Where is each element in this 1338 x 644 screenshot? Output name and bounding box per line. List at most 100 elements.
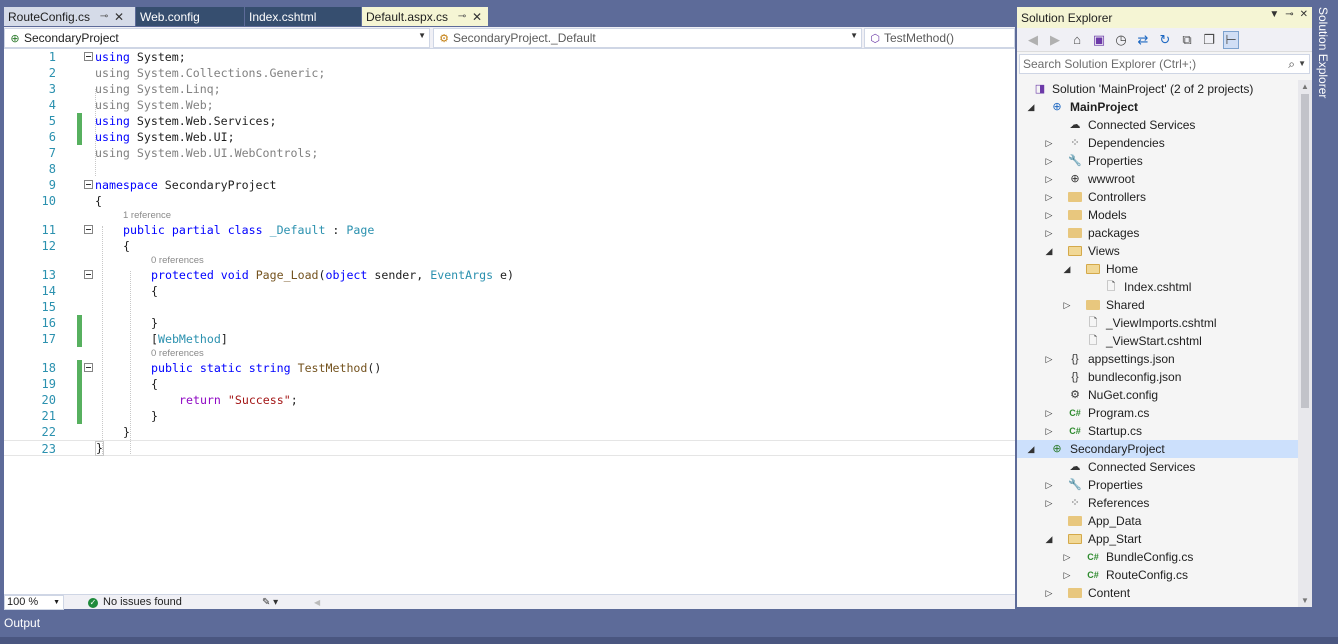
collapse-icon[interactable]: [84, 180, 93, 189]
project-dropdown[interactable]: ⊕ SecondaryProject ▼: [4, 28, 430, 48]
tree-item-label: packages: [1088, 226, 1140, 240]
expanded-icon[interactable]: ◢: [1026, 98, 1036, 116]
collapsed-icon[interactable]: ▷: [1044, 422, 1054, 440]
tree-scrollbar[interactable]: ▲ ▼: [1298, 80, 1312, 607]
collapsed-icon[interactable]: ▷: [1062, 296, 1072, 314]
tree-item-connected-services[interactable]: ☁ Connected Services: [1017, 458, 1298, 476]
pin-icon[interactable]: ⊸: [98, 11, 110, 22]
forward-icon[interactable]: ▶: [1047, 32, 1063, 48]
zoom-dropdown[interactable]: 100 % ▼: [4, 595, 64, 610]
tab-default-aspx-cs[interactable]: Default.aspx.cs ⊸ ✕: [362, 7, 488, 26]
close-icon[interactable]: ✕: [113, 10, 125, 24]
tree-item-properties[interactable]: ▷ 🔧 Properties: [1017, 152, 1298, 170]
collapse-icon[interactable]: [84, 52, 93, 61]
collapsed-icon[interactable]: ▷: [1044, 170, 1054, 188]
collapsed-icon[interactable]: ▷: [1044, 350, 1054, 368]
tree-item-views[interactable]: ◢ Views: [1017, 242, 1298, 260]
tree-item-viewimports[interactable]: 🗋 _ViewImports.cshtml: [1017, 314, 1298, 332]
class-dropdown[interactable]: ⚙ SecondaryProject._Default ▼: [433, 28, 862, 48]
collapse-all-icon[interactable]: ⧉: [1179, 32, 1195, 48]
tree-item-content[interactable]: ▷ Content: [1017, 584, 1298, 602]
tree-item-secondaryproject[interactable]: ◢ ⊕ SecondaryProject: [1017, 440, 1298, 458]
tree-item-viewstart[interactable]: 🗋 _ViewStart.cshtml: [1017, 332, 1298, 350]
collapsed-icon[interactable]: ▷: [1062, 566, 1072, 584]
tree-item-wwwroot[interactable]: ▷ ⊕ wwwroot: [1017, 170, 1298, 188]
issues-indicator[interactable]: ✓ No issues found: [88, 595, 182, 610]
properties-tree-icon[interactable]: ⊢: [1223, 30, 1239, 49]
codelens-references[interactable]: 0 references: [151, 255, 204, 266]
tree-item-routeconfig-cs[interactable]: ▷ C# RouteConfig.cs: [1017, 566, 1298, 584]
scrollbar-thumb[interactable]: [1301, 94, 1309, 408]
pin-icon[interactable]: ⊸: [456, 11, 468, 22]
tree-item-controllers[interactable]: ▷ Controllers: [1017, 188, 1298, 206]
tree-item-connected-services[interactable]: ☁ Connected Services: [1017, 116, 1298, 134]
file-icon: 🗋: [1106, 281, 1116, 293]
tab-routeconfig-cs[interactable]: RouteConfig.cs ⊸ ✕: [4, 7, 135, 26]
tree-item-shared[interactable]: ▷ Shared: [1017, 296, 1298, 314]
member-dropdown[interactable]: ⬡ TestMethod(): [864, 28, 1015, 48]
sync-icon[interactable]: ⇄: [1135, 32, 1151, 48]
tree-item-models[interactable]: ▷ Models: [1017, 206, 1298, 224]
close-icon[interactable]: ✕: [471, 10, 483, 24]
tree-item-dependencies[interactable]: ▷ ⁘ Dependencies: [1017, 134, 1298, 152]
collapsed-icon[interactable]: ▷: [1044, 584, 1054, 602]
collapse-icon[interactable]: [84, 225, 93, 234]
scroll-up-icon[interactable]: ▲: [1301, 82, 1309, 91]
collapsed-icon[interactable]: ▷: [1044, 134, 1054, 152]
collapsed-icon[interactable]: ▷: [1044, 494, 1054, 512]
chevron-down-icon[interactable]: ▼: [1298, 55, 1306, 73]
codelens-references[interactable]: 1 reference: [123, 210, 171, 221]
tab-web-config[interactable]: Web.config: [136, 7, 244, 26]
collapsed-icon[interactable]: ▷: [1044, 206, 1054, 224]
tree-item-startup-cs[interactable]: ▷ C# Startup.cs: [1017, 422, 1298, 440]
collapsed-icon[interactable]: ▷: [1062, 548, 1072, 566]
switch-views-icon[interactable]: ▣: [1091, 32, 1107, 48]
tree-item-mainproject[interactable]: ◢ ⊕ MainProject: [1017, 98, 1298, 116]
collapsed-icon[interactable]: ▷: [1044, 476, 1054, 494]
expanded-icon[interactable]: ◢: [1062, 260, 1072, 278]
tree-item-app-start[interactable]: ◢ App_Start: [1017, 530, 1298, 548]
tree-item-bundleconfig-json[interactable]: {} bundleconfig.json: [1017, 368, 1298, 386]
line-number: 5: [48, 114, 56, 128]
scroll-down-icon[interactable]: ▼: [1301, 596, 1309, 605]
tree-item-packages[interactable]: ▷ packages: [1017, 224, 1298, 242]
pending-changes-filter-icon[interactable]: ◷: [1113, 32, 1129, 48]
globe-icon: ⊕: [1070, 173, 1080, 185]
collapse-icon[interactable]: [84, 270, 93, 279]
tree-item-program-cs[interactable]: ▷ C# Program.cs: [1017, 404, 1298, 422]
expanded-icon[interactable]: ◢: [1044, 242, 1054, 260]
search-icon[interactable]: ⌕: [1288, 55, 1295, 73]
tree-item-home[interactable]: ◢ Home: [1017, 260, 1298, 278]
tab-index-cshtml[interactable]: Index.cshtml: [245, 7, 361, 26]
code-text-area[interactable]: 1 using System; 2 using System.Collectio…: [4, 49, 1015, 594]
expanded-icon[interactable]: ◢: [1026, 440, 1036, 458]
codelens-references[interactable]: 0 references: [151, 348, 204, 359]
tree-item-references[interactable]: ▷ ⁘ References: [1017, 494, 1298, 512]
chevron-down-icon: ▼: [53, 599, 60, 606]
code-cleanup-icon[interactable]: ✎ ▾: [262, 595, 278, 610]
output-tab[interactable]: Output: [0, 611, 1338, 637]
window-menu-icon[interactable]: ▼: [1269, 9, 1279, 20]
tree-item-appsettings[interactable]: ▷ {} appsettings.json: [1017, 350, 1298, 368]
tree-item-app-data[interactable]: App_Data: [1017, 512, 1298, 530]
pin-icon[interactable]: ⊸: [1285, 9, 1293, 20]
tree-item-solution[interactable]: ◨ Solution 'MainProject' (2 of 2 project…: [1017, 80, 1298, 98]
scroll-left-icon[interactable]: ◀: [314, 595, 320, 610]
back-icon[interactable]: ◀: [1025, 32, 1041, 48]
close-icon[interactable]: ✕: [1300, 9, 1308, 20]
solution-explorer-side-tab[interactable]: Solution Explorer: [1312, 7, 1334, 117]
show-all-files-icon[interactable]: ❐: [1201, 32, 1217, 48]
home-icon[interactable]: ⌂: [1069, 32, 1085, 48]
refresh-icon[interactable]: ↻: [1157, 32, 1173, 48]
collapsed-icon[interactable]: ▷: [1044, 404, 1054, 422]
collapsed-icon[interactable]: ▷: [1044, 224, 1054, 242]
tree-item-nuget-config[interactable]: ⚙ NuGet.config: [1017, 386, 1298, 404]
collapsed-icon[interactable]: ▷: [1044, 188, 1054, 206]
tree-item-bundleconfig-cs[interactable]: ▷ C# BundleConfig.cs: [1017, 548, 1298, 566]
tree-item-index-cshtml[interactable]: 🗋 Index.cshtml: [1017, 278, 1298, 296]
expanded-icon[interactable]: ◢: [1044, 530, 1054, 548]
collapse-icon[interactable]: [84, 363, 93, 372]
collapsed-icon[interactable]: ▷: [1044, 152, 1054, 170]
search-input[interactable]: Search Solution Explorer (Ctrl+;) ⌕ ▼: [1019, 54, 1310, 74]
tree-item-properties[interactable]: ▷ 🔧 Properties: [1017, 476, 1298, 494]
